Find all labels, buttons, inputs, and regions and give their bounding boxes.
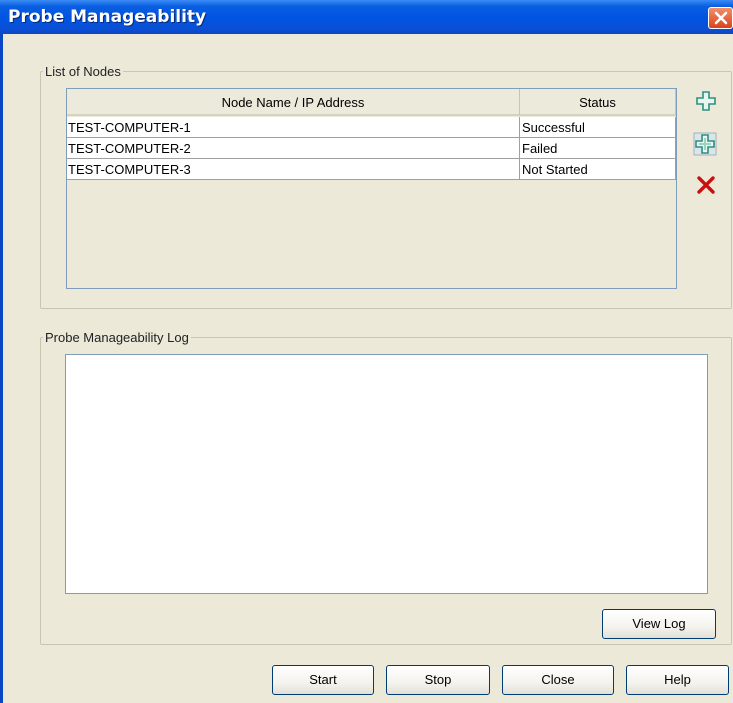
- close-icon: [714, 11, 728, 25]
- table-row[interactable]: TEST-COMPUTER-3 Not Started: [67, 159, 676, 180]
- probe-log-textarea[interactable]: [65, 354, 708, 594]
- add-multiple-nodes-button[interactable]: [693, 132, 717, 156]
- node-name-cell: TEST-COMPUTER-2: [67, 138, 520, 159]
- list-of-nodes-legend: List of Nodes: [45, 64, 121, 79]
- window-close-button[interactable]: [708, 7, 733, 29]
- column-header-status[interactable]: Status: [520, 89, 676, 116]
- start-button[interactable]: Start: [272, 665, 374, 695]
- plus-multiple-icon: [693, 132, 717, 156]
- window-title: Probe Manageability: [8, 7, 207, 27]
- table-row[interactable]: TEST-COMPUTER-2 Failed: [67, 138, 676, 159]
- close-button[interactable]: Close: [502, 665, 614, 695]
- nodes-table-header: Node Name / IP Address Status: [67, 89, 676, 117]
- delete-x-icon: [697, 176, 715, 194]
- node-name-cell: TEST-COMPUTER-3: [67, 159, 520, 180]
- help-button[interactable]: Help: [626, 665, 729, 695]
- node-status-cell: Failed: [520, 138, 676, 159]
- window-frame-left: [0, 34, 3, 703]
- add-node-button[interactable]: [695, 90, 717, 112]
- node-name-cell: TEST-COMPUTER-1: [67, 117, 520, 138]
- node-status-cell: Not Started: [520, 159, 676, 180]
- title-bar[interactable]: Probe Manageability: [0, 0, 733, 34]
- nodes-table[interactable]: Node Name / IP Address Status TEST-COMPU…: [66, 88, 677, 289]
- plus-icon: [696, 91, 716, 111]
- probe-log-legend: Probe Manageability Log: [45, 330, 189, 345]
- table-row[interactable]: TEST-COMPUTER-1 Successful: [67, 117, 676, 138]
- stop-button[interactable]: Stop: [386, 665, 490, 695]
- delete-node-button[interactable]: [695, 174, 717, 196]
- probe-manageability-dialog: Probe Manageability List of Nodes Node N…: [0, 0, 733, 703]
- column-header-node-name[interactable]: Node Name / IP Address: [67, 89, 520, 116]
- node-status-cell: Successful: [520, 117, 676, 138]
- view-log-button[interactable]: View Log: [602, 609, 716, 639]
